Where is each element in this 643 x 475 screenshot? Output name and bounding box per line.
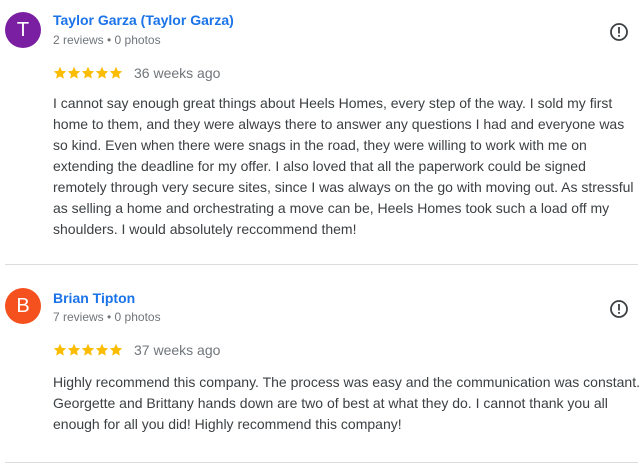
review-date: 37 weeks ago [134,342,221,358]
star-icon [95,66,109,79]
rating-row: 37 weeks ago [53,341,220,359]
report-flag-icon[interactable] [609,22,629,42]
star-icon [53,66,67,79]
reviewer-meta: 7 reviews • 0 photos [53,310,161,324]
star-icon [109,66,123,79]
star-icon [67,343,81,356]
star-icon [81,66,95,79]
star-icon [53,343,67,356]
review-text: Highly recommend this company. The proce… [53,374,640,432]
star-rating [53,66,123,80]
star-rating [53,343,123,357]
rating-row: 36 weeks ago [53,64,220,82]
divider [5,462,638,463]
report-flag-icon[interactable] [609,299,629,319]
star-icon [95,343,109,356]
reviewer-name-link[interactable]: Taylor Garza (Taylor Garza) [53,12,234,28]
star-icon [67,66,81,79]
review-text: I cannot say enough great things about H… [53,95,634,237]
star-icon [81,343,95,356]
review-date: 36 weeks ago [134,65,221,81]
star-icon [109,343,123,356]
review-card: B Brian Tipton 7 reviews • 0 photos 37 w… [0,266,643,462]
avatar[interactable]: T [5,12,41,48]
review-card: T Taylor Garza (Taylor Garza) 2 reviews … [0,0,643,264]
divider [5,264,638,265]
avatar[interactable]: B [5,288,41,324]
reviewer-meta: 2 reviews • 0 photos [53,33,161,47]
reviewer-name-link[interactable]: Brian Tipton [53,290,135,306]
